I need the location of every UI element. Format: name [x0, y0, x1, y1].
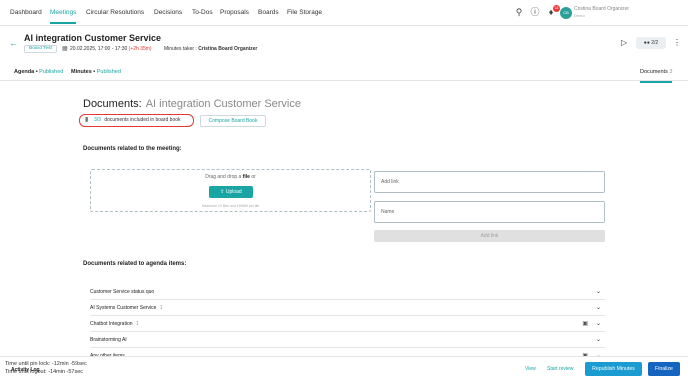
dropzone-text: Drag and drop a file or — [91, 174, 370, 180]
chevron-down-icon[interactable]: ⌄ — [596, 316, 601, 332]
agenda-item-title: AI Systems Customer Service — [90, 305, 157, 311]
upload-button[interactable]: ⇧ Upload — [209, 186, 253, 198]
nav-proposals[interactable]: Proposals — [220, 9, 249, 16]
agenda-item-row[interactable]: AI Systems Customer Service 1 ⌄ — [90, 300, 605, 316]
meeting-subtabs: Agenda • Published Minutes • Published D… — [0, 63, 688, 83]
tab-documents-count: 3 — [669, 69, 673, 75]
help-icon[interactable]: ⓘ — [529, 6, 541, 18]
meeting-title: AI integration Customer Service — [24, 33, 162, 43]
presentation-icon[interactable]: ▣ — [582, 316, 588, 332]
user-role: Demo — [574, 13, 585, 18]
upload-label: Upload — [225, 189, 242, 195]
agenda-item-row[interactable]: Chatbot Integration 1 ▣ ⌄ — [90, 316, 605, 332]
search-icon[interactable]: ⚲ — [513, 6, 525, 18]
dropzone-text-bold: file — [242, 174, 250, 180]
add-link-button[interactable]: Add link — [374, 230, 605, 242]
tab-documents-label: Documents — [640, 69, 668, 75]
page-title: Documents: AI integration Customer Servic… — [83, 98, 301, 110]
agenda-item-title: Chatbot Integration — [90, 321, 133, 327]
nav-todos[interactable]: To-Dos — [192, 9, 213, 16]
tab-minutes-label: Minutes — [71, 69, 92, 75]
upload-icon: ⇧ — [220, 189, 225, 195]
board-tag[interactable]: Board Test — [24, 45, 57, 53]
footer-bar: Time until pin lock: -12min -59sec Time … — [0, 356, 688, 380]
present-icon[interactable]: ▷ — [621, 38, 627, 47]
finalize-button[interactable]: Finalize — [648, 362, 680, 376]
more-options-icon[interactable]: ⋮ — [673, 38, 681, 47]
tab-agenda-status: Published — [39, 69, 64, 75]
page-title-subject: AI integration Customer Service — [145, 98, 301, 110]
nav-boards[interactable]: Boards — [258, 9, 279, 16]
minutes-taker: Minutes taker : Cristina Board Organizer — [164, 46, 257, 52]
compose-board-book-button[interactable]: Compose Board Book — [200, 115, 266, 127]
dropzone-text-post: or — [251, 174, 256, 180]
notification-badge: 18 — [553, 5, 560, 12]
page-title-label: Documents: — [83, 98, 142, 110]
board-book-text: documents included in board book — [104, 117, 181, 123]
calendar-icon: ▦ — [62, 46, 68, 52]
minutes-taker-name: Cristina Board Organizer — [198, 46, 258, 52]
agenda-item-row[interactable]: Brainstorming AI ⌄ — [90, 332, 605, 348]
tab-minutes-status: Published — [96, 69, 121, 75]
nav-dashboard[interactable]: Dashboard — [10, 9, 42, 16]
link-name-input[interactable]: Name — [374, 201, 605, 223]
meeting-time: 20.02.2025, 17:00 - 17:30 — [70, 46, 128, 52]
agenda-item-title: Brainstorming AI — [90, 337, 127, 343]
user-name[interactable]: Cristina Board Organizer — [574, 6, 629, 12]
chevron-down-icon[interactable]: ⌄ — [596, 332, 601, 348]
agenda-item-count: 1 — [135, 321, 139, 327]
meeting-datetime: 20.02.2025, 17:00 - 17:30 (+2h 35m) — [70, 46, 152, 52]
tab-minutes[interactable]: Minutes • Published — [71, 69, 121, 75]
minutes-taker-label: Minutes taker : — [164, 46, 197, 52]
avatar[interactable]: CB — [560, 7, 572, 19]
back-arrow-icon[interactable]: ← — [9, 38, 18, 48]
start-review-button[interactable]: Start review — [547, 366, 573, 372]
participants-count: 2/2 — [651, 40, 659, 46]
view-button[interactable]: View — [525, 366, 536, 372]
tab-documents[interactable]: Documents 3 — [640, 69, 673, 83]
board-book-status: ▮ 3/3 documents included in board book — [79, 114, 194, 127]
dropzone-hint: Maximum 10 files and 150MB per file — [201, 204, 260, 208]
board-book-count: 3/3 — [94, 117, 101, 123]
file-dropzone[interactable]: Drag and drop a file or ⇧ Upload Maximum… — [90, 169, 371, 212]
tab-agenda-label: Agenda — [14, 69, 35, 75]
nav-file-storage[interactable]: File Storage — [287, 9, 322, 16]
agenda-documents-title: Documents related to agenda items: — [83, 261, 187, 267]
nav-circular-resolutions[interactable]: Circular Resolutions — [86, 9, 144, 16]
agenda-item-row[interactable]: Customer Service status quo ⌄ — [90, 284, 605, 300]
nav-decisions[interactable]: Decisions — [154, 9, 182, 16]
tab-agenda[interactable]: Agenda • Published — [14, 69, 63, 75]
chevron-down-icon[interactable]: ⌄ — [596, 284, 601, 300]
dropzone-text-pre: Drag and drop a — [205, 174, 242, 180]
meeting-documents-title: Documents related to the meeting: — [83, 146, 182, 152]
republish-minutes-button[interactable]: Republish Minutes — [585, 362, 642, 376]
activity-log-link[interactable]: Activity Log — [11, 367, 40, 373]
agenda-item-title: Customer Service status quo — [90, 289, 155, 295]
add-link-input[interactable]: Add link — [374, 171, 605, 193]
people-icon: ●● — [643, 40, 650, 46]
top-navigation: Dashboard Meetings Circular Resolutions … — [0, 0, 688, 26]
nav-meetings[interactable]: Meetings — [50, 9, 77, 24]
chevron-down-icon[interactable]: ⌄ — [596, 300, 601, 316]
meeting-relative-time: (+2h 35m) — [128, 46, 152, 52]
file-icon: ▮ — [85, 117, 89, 123]
participants-button[interactable]: ●● 2/2 — [636, 37, 666, 49]
agenda-item-count: 1 — [159, 305, 163, 311]
